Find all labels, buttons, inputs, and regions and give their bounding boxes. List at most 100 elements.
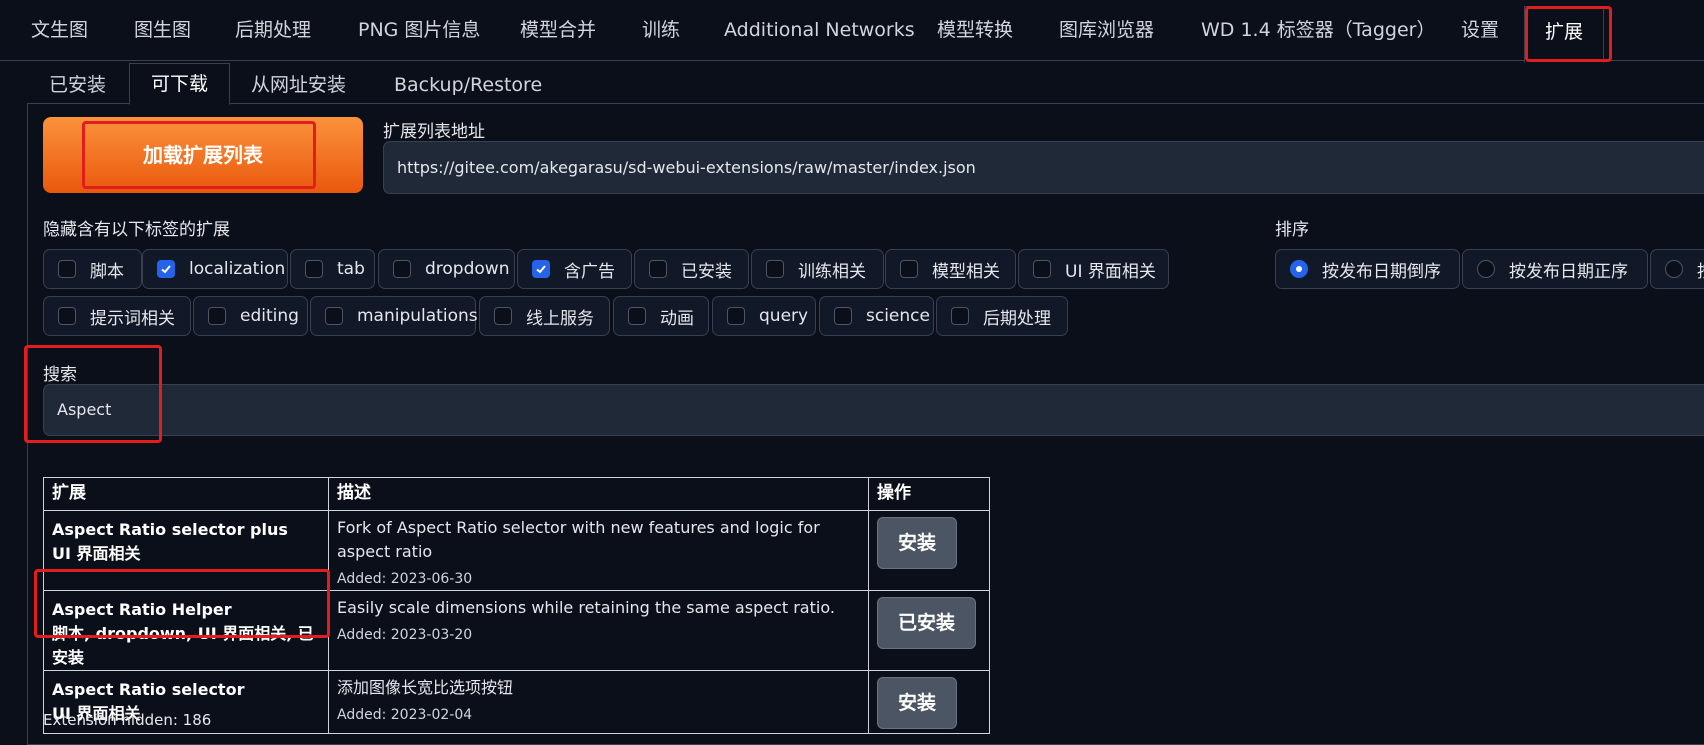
tag-label: UI 界面相关 — [1065, 261, 1156, 282]
extension-description: 添加图像长宽比选项按钮 — [337, 678, 514, 697]
search-input[interactable]: Aspect — [43, 384, 1704, 436]
tag-chip-models[interactable]: 模型相关 — [885, 249, 1016, 289]
tab-tagger[interactable]: WD 1.4 标签器（Tagger） — [1201, 0, 1435, 60]
checkbox[interactable] — [58, 307, 76, 325]
radio[interactable] — [1665, 260, 1683, 278]
extension-cell: Aspect Ratio selector plus UI 界面相关 — [43, 510, 329, 591]
tag-chip-science[interactable]: science — [819, 296, 934, 336]
checkbox-checked[interactable] — [532, 260, 550, 278]
tab-checkpoint-merger[interactable]: 模型合并 — [520, 0, 596, 60]
description-cell: Fork of Aspect Ratio selector with new f… — [328, 510, 869, 591]
checkbox[interactable] — [727, 307, 745, 325]
installed-button[interactable]: 已安装 — [877, 597, 977, 649]
sort-option-label: 按 — [1697, 257, 1704, 282]
checkbox[interactable] — [766, 260, 784, 278]
checkbox[interactable] — [1033, 260, 1051, 278]
tag-chip-animation[interactable]: 动画 — [613, 296, 709, 336]
sort-option-label: 按发布日期正序 — [1509, 261, 1628, 282]
extensions-table: 扩展 描述 操作 Aspect Ratio selector plus UI 界… — [43, 477, 990, 734]
extensions-hidden-count: Extension hidden: 186 — [43, 711, 212, 729]
table-header-row: 扩展 描述 操作 — [43, 477, 990, 511]
url-label: 扩展列表地址 — [383, 122, 485, 142]
install-button[interactable]: 安装 — [877, 517, 958, 569]
tab-settings[interactable]: 设置 — [1461, 0, 1499, 60]
checkbox[interactable] — [494, 307, 512, 325]
sort-option-label: 按发布日期倒序 — [1322, 261, 1441, 282]
subtab-backup-restore[interactable]: Backup/Restore — [394, 65, 542, 105]
tab-extras[interactable]: 后期处理 — [235, 0, 311, 60]
load-extension-list-button[interactable]: 加载扩展列表 — [43, 117, 363, 193]
tab-extensions[interactable]: 扩展 — [1524, 6, 1605, 63]
tag-chip-ads[interactable]: 含广告 — [517, 249, 632, 289]
tag-label: science — [866, 306, 930, 326]
tag-chip-dropdown[interactable]: dropdown — [378, 249, 515, 289]
sort-label: 排序 — [1275, 220, 1309, 240]
extension-name[interactable]: Aspect Ratio Helper — [52, 598, 320, 622]
extension-name[interactable]: Aspect Ratio selector — [52, 678, 320, 702]
sort-option-date-asc[interactable]: 按发布日期正序 — [1462, 249, 1648, 289]
radio-selected[interactable] — [1290, 260, 1308, 278]
tag-label: dropdown — [425, 259, 510, 279]
sort-option-date-desc[interactable]: 按发布日期倒序 — [1275, 249, 1460, 289]
tag-chip-postprocessing[interactable]: 后期处理 — [936, 296, 1068, 336]
tag-chip-ui[interactable]: UI 界面相关 — [1018, 249, 1169, 289]
extension-added-date: Added: 2023-06-30 — [337, 571, 473, 587]
checkbox[interactable] — [208, 307, 226, 325]
top-tab-bar: 文生图 图生图 后期处理 PNG 图片信息 模型合并 训练 Additional… — [0, 0, 1704, 63]
tag-chip-editing[interactable]: editing — [193, 296, 308, 336]
description-cell: 添加图像长宽比选项按钮 Added: 2023-02-04 — [328, 670, 869, 734]
tag-label: 动画 — [660, 308, 694, 329]
extension-added-date: Added: 2023-02-04 — [337, 707, 473, 723]
subtab-available[interactable]: 可下载 — [129, 63, 231, 105]
checkbox[interactable] — [58, 260, 76, 278]
install-button[interactable]: 安装 — [877, 677, 958, 729]
action-cell: 安装 — [868, 670, 990, 734]
tag-chip-training[interactable]: 训练相关 — [751, 249, 884, 289]
extension-list-url-input[interactable]: https://gitee.com/akegarasu/sd-webui-ext… — [383, 141, 1704, 194]
tag-chip-installed[interactable]: 已安装 — [634, 249, 749, 289]
tag-chip-prompting[interactable]: 提示词相关 — [43, 296, 191, 336]
radio[interactable] — [1477, 260, 1495, 278]
tab-png-info[interactable]: PNG 图片信息 — [358, 0, 480, 60]
hide-tags-label: 隐藏含有以下标签的扩展 — [43, 220, 230, 240]
checkbox[interactable] — [628, 307, 646, 325]
tab-additional-networks[interactable]: Additional Networks — [724, 0, 915, 60]
tag-label: query — [759, 306, 809, 326]
checkbox[interactable] — [900, 260, 918, 278]
extension-name[interactable]: Aspect Ratio selector plus — [52, 518, 320, 542]
extension-tags: 脚本, dropdown, UI 界面相关, 已安装 — [52, 624, 314, 667]
tag-chip-manipulations[interactable]: manipulations — [310, 296, 478, 336]
tab-train[interactable]: 训练 — [642, 0, 680, 60]
tag-chip-tab[interactable]: tab — [290, 249, 375, 289]
checkbox[interactable] — [834, 307, 852, 325]
tag-chip-localization[interactable]: localization — [142, 249, 288, 289]
tag-label: 线上服务 — [526, 308, 594, 329]
tag-chip-query[interactable]: query — [712, 296, 816, 336]
checkbox[interactable] — [305, 260, 323, 278]
subtab-installed[interactable]: 已安装 — [49, 65, 106, 105]
tag-label: localization — [189, 259, 286, 279]
tag-chip-online[interactable]: 线上服务 — [479, 296, 610, 336]
extension-description: Easily scale dimensions while retaining … — [337, 598, 835, 617]
search-label: 搜索 — [43, 365, 77, 385]
column-header-action: 操作 — [868, 477, 990, 511]
tab-img2img[interactable]: 图生图 — [134, 0, 191, 60]
tag-label: 训练相关 — [798, 261, 866, 282]
checkbox[interactable] — [951, 307, 969, 325]
subtab-install-from-url[interactable]: 从网址安装 — [251, 65, 346, 105]
table-row: Aspect Ratio selector plus UI 界面相关 Fork … — [43, 510, 990, 591]
tab-model-converter[interactable]: 模型转换 — [937, 0, 1013, 60]
checkbox-checked[interactable] — [157, 260, 175, 278]
description-cell: Easily scale dimensions while retaining … — [328, 590, 869, 671]
checkbox[interactable] — [649, 260, 667, 278]
checkbox[interactable] — [325, 307, 343, 325]
tab-image-browser[interactable]: 图库浏览器 — [1059, 0, 1154, 60]
tag-label: 后期处理 — [983, 308, 1051, 329]
tag-chip-script[interactable]: 脚本 — [43, 249, 142, 289]
tag-label: 含广告 — [564, 261, 615, 282]
checkbox[interactable] — [393, 260, 411, 278]
tag-label: 提示词相关 — [90, 308, 175, 329]
tab-txt2img[interactable]: 文生图 — [31, 0, 88, 60]
sort-option-more[interactable]: 按 — [1650, 249, 1704, 289]
extension-tags: UI 界面相关 — [52, 544, 141, 563]
